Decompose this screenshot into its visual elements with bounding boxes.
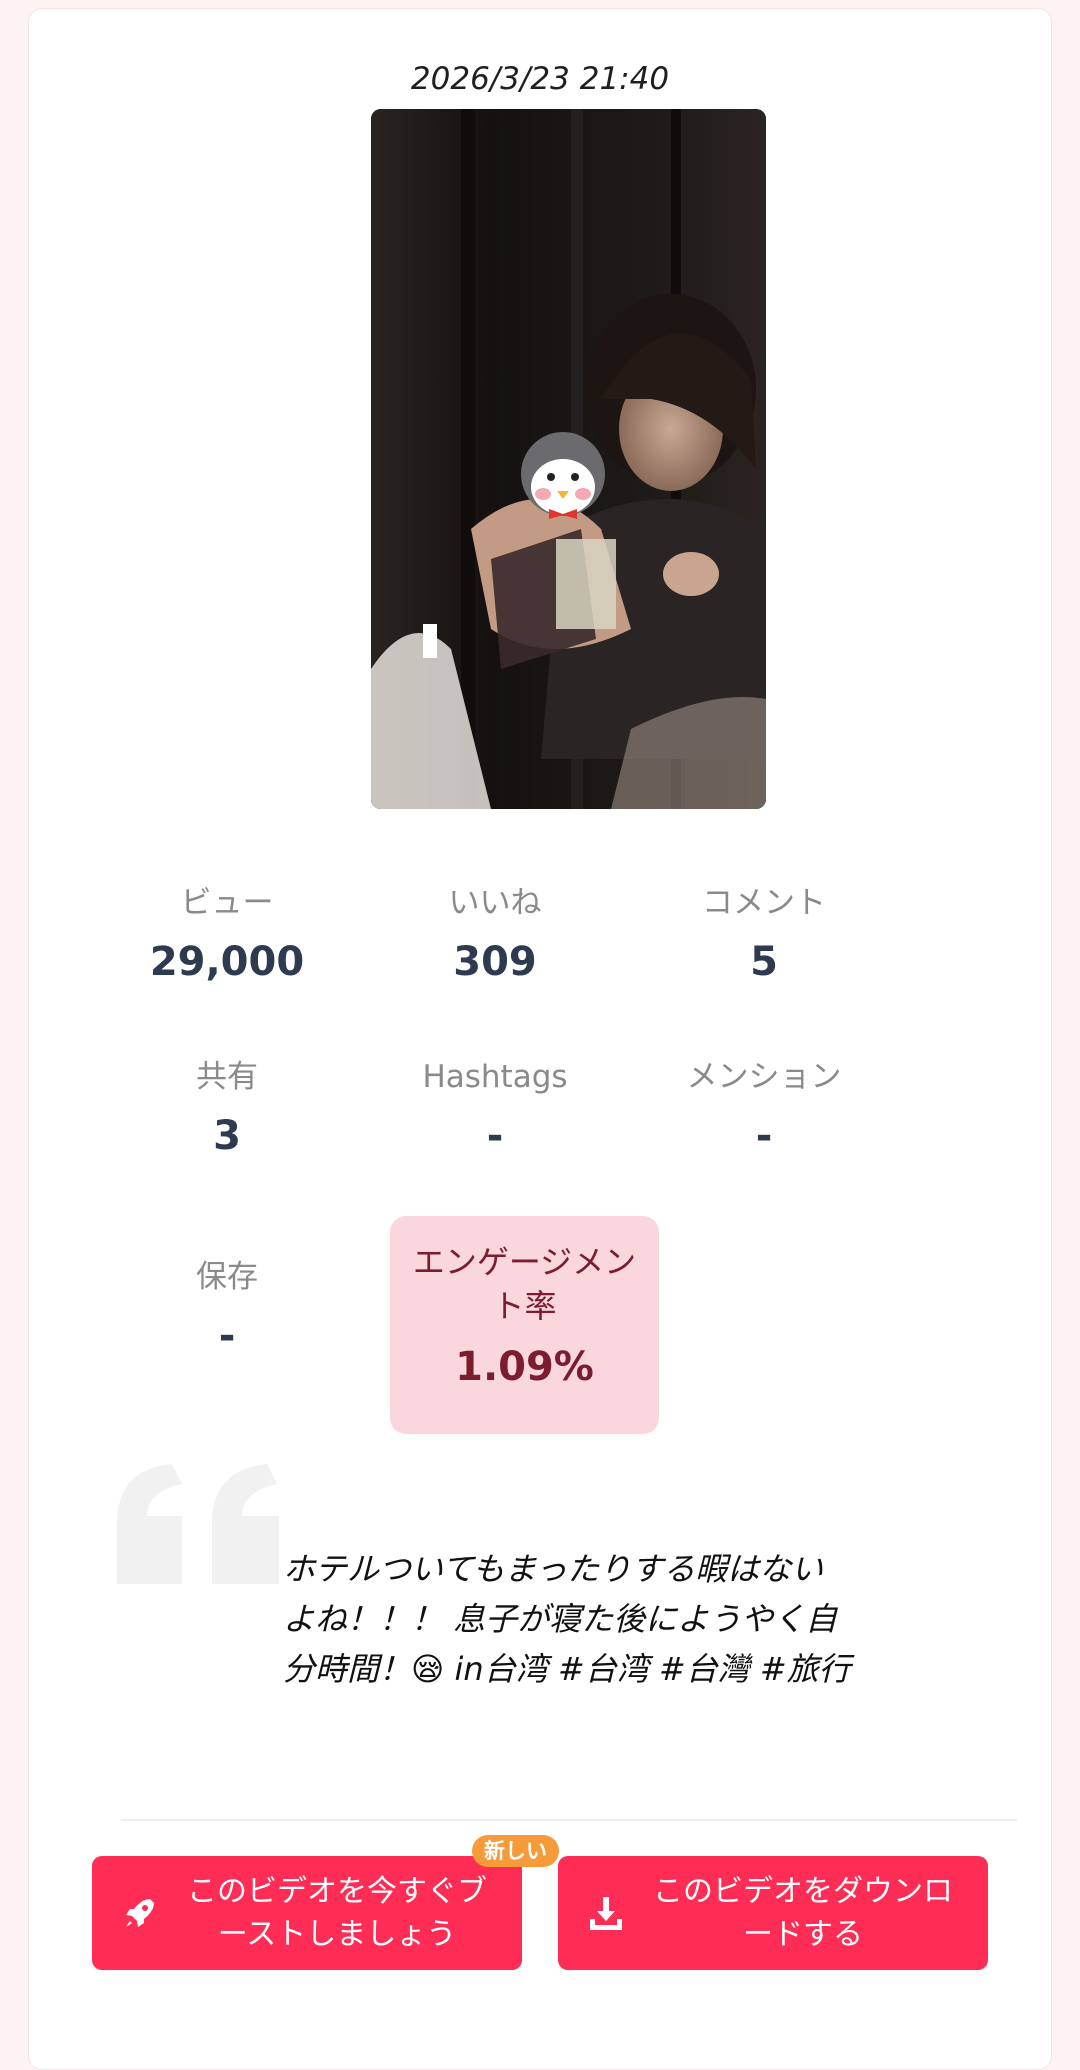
stat-shares-value: 3 (213, 1113, 241, 1159)
stat-hashtags-value: - (486, 1113, 504, 1159)
new-badge: 新しい (472, 1835, 559, 1867)
download-video-button[interactable]: このビデオをダウンロードする (558, 1856, 988, 1970)
stat-engagement: エンゲージメント率 1.09% (390, 1216, 659, 1434)
divider (121, 1819, 1017, 1821)
stat-hashtags-label: Hashtags (422, 1059, 568, 1095)
stat-shares: 共有 3 (92, 1057, 362, 1161)
post-card: 2026/3/23 21:40 ビュー 29,000 いいね 309 コメント … (28, 8, 1052, 2070)
download-icon (590, 1897, 622, 1930)
stat-likes-value: 309 (453, 939, 537, 985)
stat-engagement-value: 1.09% (455, 1344, 594, 1390)
stat-views-label: ビュー (180, 885, 274, 921)
stat-views-value: 29,000 (149, 939, 305, 985)
download-video-label: このビデオをダウンロードする (653, 1874, 953, 1952)
stat-views: ビュー 29,000 (92, 883, 362, 987)
stat-comments: コメント 5 (629, 883, 899, 987)
video-thumbnail-image (371, 109, 766, 809)
stat-mentions-label: メンション (686, 1059, 842, 1095)
boost-video-label: このビデオを今すぐブーストしましょう (187, 1874, 487, 1952)
post-timestamp: 2026/3/23 21:40 (410, 61, 670, 97)
quote-icon (117, 1464, 279, 1584)
video-thumbnail[interactable] (371, 109, 766, 809)
stat-engagement-label: エンゲージメント率 (412, 1243, 637, 1325)
stat-likes-label: いいね (448, 885, 542, 921)
stat-likes: いいね 309 (360, 883, 630, 987)
stat-saves-label: 保存 (196, 1259, 258, 1295)
stat-comments-value: 5 (750, 939, 778, 985)
stat-shares-label: 共有 (196, 1059, 258, 1095)
stat-mentions: メンション - (629, 1057, 899, 1161)
boost-video-button[interactable]: このビデオを今すぐブーストしましょう (92, 1856, 522, 1970)
stat-hashtags: Hashtags - (360, 1057, 630, 1161)
post-caption: ホテルついてもまったりする暇はないよね！！！ 息子が寝た後にようやく自分時間！😪… (283, 1550, 851, 1688)
stat-saves: 保存 - (92, 1257, 362, 1361)
rocket-icon (126, 1899, 154, 1927)
stat-saves-value: - (218, 1313, 236, 1359)
stat-mentions-value: - (755, 1113, 773, 1159)
stat-comments-label: コメント (702, 885, 826, 921)
